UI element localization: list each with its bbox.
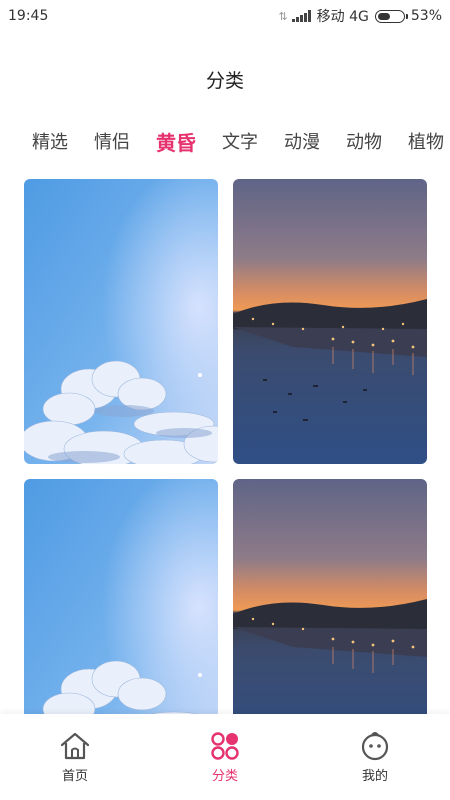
wallpaper-card-sunset[interactable] [233, 179, 427, 464]
battery-percent: 53% [410, 8, 442, 24]
sky-clouds-image [24, 179, 218, 464]
battery-fill [377, 12, 390, 20]
battery-icon [374, 9, 408, 23]
nav-profile-label: 我的 [361, 768, 388, 784]
tab-huanghun[interactable]: 黄昏 [156, 127, 196, 156]
tab-dongman[interactable]: 动漫 [284, 128, 320, 154]
home-icon [59, 731, 91, 761]
status-indicators: ⇅ 移动 4G 53% [278, 6, 442, 26]
tab-dongwu[interactable]: 动物 [346, 128, 382, 154]
status-bar: 19:45 ⇅ 移动 4G 53% [0, 0, 450, 32]
app-screen: 19:45 ⇅ 移动 4G 53% 分类 精选 情侣 黄昏 文字 动漫 动物 植… [0, 0, 450, 800]
tab-jingxuan[interactable]: 精选 [32, 128, 68, 154]
nav-home[interactable]: 首页 [15, 731, 135, 784]
signal-icon [291, 10, 311, 22]
nav-profile[interactable]: 我的 [315, 731, 435, 784]
nav-home-label: 首页 [61, 768, 88, 784]
carrier-label: 移动 4G [316, 9, 369, 25]
bottom-nav: 首页 分类 我的 [0, 714, 450, 800]
tab-zhiwu[interactable]: 植物 [408, 128, 444, 154]
category-icon [210, 731, 240, 761]
profile-icon [360, 731, 390, 761]
data-transfer-icon: ⇅ [278, 9, 287, 23]
status-time: 19:45 [8, 8, 49, 24]
nav-category[interactable]: 分类 [165, 731, 285, 784]
category-tabs: 精选 情侣 黄昏 文字 动漫 动物 植物 [32, 124, 450, 158]
wallpaper-card-sky[interactable] [24, 179, 218, 464]
tab-qinglv[interactable]: 情侣 [94, 128, 130, 154]
sunset-harbor-image [233, 179, 427, 464]
nav-category-label: 分类 [211, 768, 238, 784]
tab-wenzi[interactable]: 文字 [222, 128, 258, 154]
page-title: 分类 [205, 70, 244, 92]
